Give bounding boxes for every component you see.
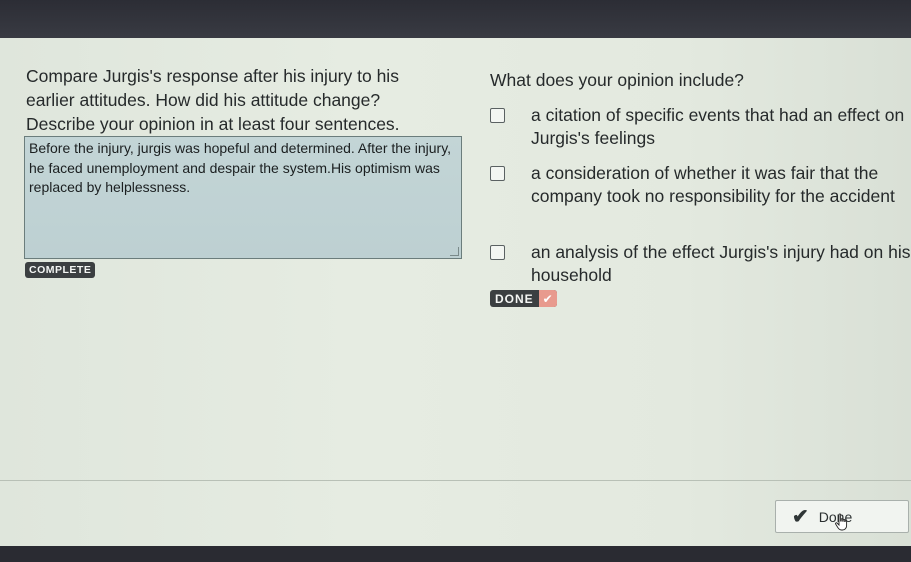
- checklist-label-fairness: a consideration of whether it was fair t…: [531, 163, 895, 206]
- checkbox-household[interactable]: [490, 245, 505, 260]
- answer-text: Before the injury, jurgis was hopeful an…: [29, 140, 452, 195]
- resize-grip-icon[interactable]: [450, 247, 459, 256]
- done-status-label: DONE: [495, 291, 534, 306]
- checkbox-fairness[interactable]: [490, 166, 505, 181]
- footer-divider: [0, 480, 911, 481]
- question-line-2: earlier attitudes. How did his attitude …: [26, 90, 381, 110]
- screen-bezel-bottom: [0, 546, 911, 562]
- checkbox-citation[interactable]: [490, 108, 505, 123]
- checklist-label-citation: a citation of specific events that had a…: [531, 105, 905, 148]
- question-prompt: Compare Jurgis's response after his inju…: [26, 64, 456, 136]
- complete-status-badge: COMPLETE: [25, 262, 96, 278]
- check-icon: ✔: [792, 506, 809, 528]
- hand-pointer-icon: [835, 513, 848, 531]
- checklist-label-household: an analysis of the effect Jurgis's injur…: [531, 242, 911, 285]
- answer-textarea[interactable]: Before the injury, jurgis was hopeful an…: [24, 136, 462, 259]
- done-status-badge: DONE ✔: [490, 290, 557, 307]
- screen-bezel-top: [0, 0, 911, 42]
- checklist-heading: What does your opinion include?: [490, 70, 744, 90]
- question-line-1: Compare Jurgis's response after his inju…: [26, 66, 399, 86]
- question-line-3: Describe your opinion in at least four s…: [26, 114, 400, 134]
- check-icon: ✔: [538, 290, 557, 307]
